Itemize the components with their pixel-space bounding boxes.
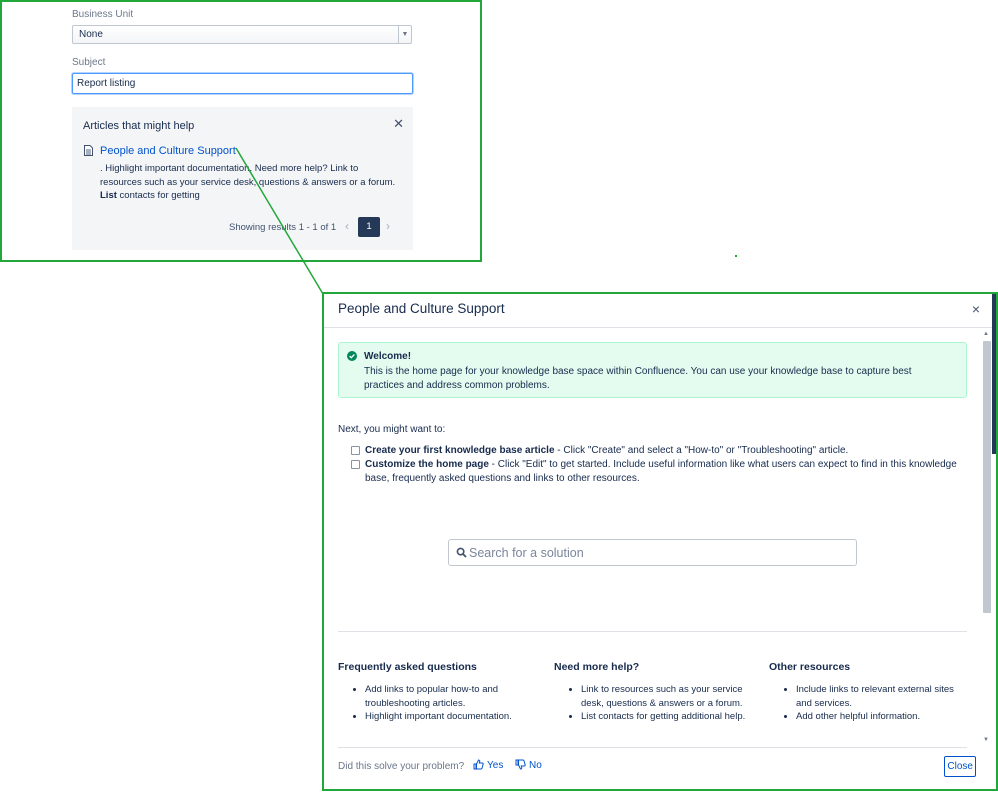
article-excerpt: . Highlight important documentation. Nee… (100, 162, 400, 203)
article-excerpt-text: . Highlight important documentation. Nee… (100, 163, 396, 188)
close-icon[interactable]: ✕ (393, 117, 404, 131)
business-unit-value: None (79, 29, 103, 40)
dialog-accent-bar (992, 294, 996, 454)
business-unit-label: Business Unit (72, 9, 134, 20)
column-list: Add links to popular how-to and troubles… (338, 683, 538, 724)
section-divider (338, 631, 967, 632)
feedback-yes-label: Yes (487, 760, 504, 771)
search-input[interactable] (469, 543, 849, 562)
task-title: Customize the home page (365, 459, 489, 470)
task-text: Customize the home page - Click "Edit" t… (365, 458, 966, 485)
column-list: Link to resources such as your service d… (554, 683, 754, 724)
faq-column: Frequently asked questions Add links to … (338, 661, 538, 724)
column-title: Other resources (769, 661, 851, 673)
close-icon[interactable]: × (972, 301, 980, 317)
column-title: Frequently asked questions (338, 661, 477, 673)
article-excerpt-text-end: contacts for getting (116, 190, 200, 201)
list-item: Add links to popular how-to and troubles… (365, 683, 538, 710)
articles-help-panel: Articles that might help ✕ People and Cu… (72, 107, 413, 250)
welcome-title: Welcome! (364, 351, 412, 362)
scrollbar[interactable]: ▲ ▼ (982, 331, 992, 746)
document-icon (84, 145, 93, 156)
other-resources-column: Other resources Include links to relevan… (769, 661, 969, 724)
task-checkbox[interactable] (351, 446, 360, 455)
task-checkbox[interactable] (351, 460, 360, 469)
task-description: - Click "Create" and select a "How-to" o… (554, 445, 849, 456)
decorative-dot (735, 255, 737, 257)
form-panel: Business Unit None ▼ Subject Articles th… (0, 0, 482, 262)
column-title: Need more help? (554, 661, 640, 673)
dialog-title: People and Culture Support (338, 301, 505, 316)
task-text: Create your first knowledge base article… (365, 444, 966, 458)
subject-input[interactable] (72, 73, 413, 94)
welcome-message: Welcome! This is the home page for your … (338, 342, 967, 398)
task-item: Create your first knowledge base article… (351, 444, 966, 458)
scrollbar-thumb[interactable] (983, 341, 991, 613)
list-item: Link to resources such as your service d… (581, 683, 754, 710)
articles-help-title: Articles that might help (83, 120, 195, 132)
feedback-no-label: No (529, 760, 542, 771)
list-item: List contacts for getting additional hel… (581, 710, 754, 724)
chevron-right-icon[interactable]: › (386, 219, 390, 233)
search-box[interactable] (448, 539, 857, 566)
feedback-yes-button[interactable]: Yes (473, 759, 503, 771)
results-count: Showing results 1 - 1 of 1 (229, 222, 337, 233)
subject-label: Subject (72, 57, 106, 68)
list-item: Add other helpful information. (796, 710, 969, 724)
thumbs-down-icon (515, 759, 526, 770)
next-steps-label: Next, you might want to: (338, 424, 446, 435)
feedback-question: Did this solve your problem? (338, 761, 465, 772)
scroll-down-icon[interactable]: ▼ (983, 737, 989, 743)
thumbs-up-icon (473, 759, 484, 770)
scroll-up-icon[interactable]: ▲ (983, 331, 989, 337)
task-title: Create your first knowledge base article (365, 445, 555, 456)
chevron-left-icon[interactable]: ‹ (345, 219, 349, 233)
article-dialog: People and Culture Support × ▲ ▼ Welcome… (322, 292, 998, 791)
column-list: Include links to relevant external sites… (769, 683, 969, 724)
task-item: Customize the home page - Click "Edit" t… (351, 458, 966, 485)
need-help-column: Need more help? Link to resources such a… (554, 661, 754, 724)
article-excerpt-bold: List (100, 190, 117, 201)
dialog-footer: Did this solve your problem? Yes No Clos… (324, 749, 996, 789)
article-link[interactable]: People and Culture Support (100, 145, 236, 157)
dialog-header: People and Culture Support × (324, 294, 996, 328)
check-circle-icon (347, 351, 357, 361)
list-item: Include links to relevant external sites… (796, 683, 969, 710)
page-button-current[interactable]: 1 (358, 217, 380, 237)
business-unit-select[interactable]: None ▼ (72, 25, 412, 44)
feedback-no-button[interactable]: No (515, 759, 542, 771)
search-icon (456, 547, 467, 558)
footer-divider (338, 747, 967, 748)
chevron-down-icon[interactable]: ▼ (398, 26, 411, 43)
welcome-text: This is the home page for your knowledge… (364, 366, 912, 391)
list-item: Highlight important documentation. (365, 710, 538, 724)
close-button[interactable]: Close (944, 756, 976, 777)
